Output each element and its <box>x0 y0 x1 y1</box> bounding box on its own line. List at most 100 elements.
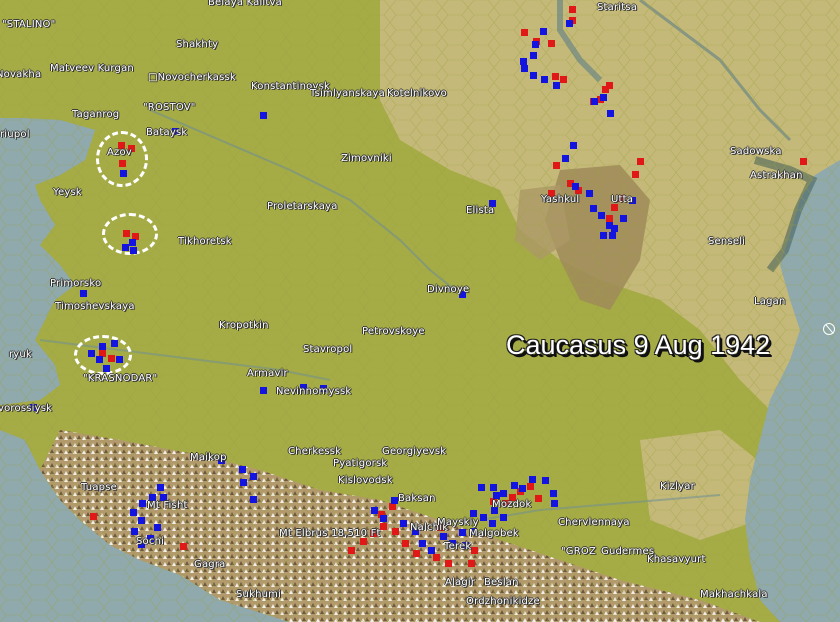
soviet-unit-marker[interactable] <box>122 244 129 251</box>
soviet-unit-marker[interactable] <box>489 520 496 527</box>
axis-unit-marker[interactable] <box>521 29 528 36</box>
soviet-unit-marker[interactable] <box>400 520 407 527</box>
soviet-unit-marker[interactable] <box>493 492 500 499</box>
soviet-unit-marker[interactable] <box>129 239 136 246</box>
soviet-unit-marker[interactable] <box>138 517 145 524</box>
axis-unit-marker[interactable] <box>606 215 613 222</box>
soviet-unit-marker[interactable] <box>490 484 497 491</box>
soviet-unit-marker[interactable] <box>562 155 569 162</box>
soviet-unit-marker[interactable] <box>553 82 560 89</box>
soviet-unit-marker[interactable] <box>130 247 137 254</box>
soviet-unit-marker[interactable] <box>530 72 537 79</box>
soviet-unit-marker[interactable] <box>88 350 95 357</box>
soviet-unit-marker[interactable] <box>103 365 110 372</box>
soviet-unit-marker[interactable] <box>440 533 447 540</box>
soviet-unit-marker[interactable] <box>550 490 557 497</box>
axis-unit-marker[interactable] <box>389 503 396 510</box>
soviet-unit-marker[interactable] <box>530 52 537 59</box>
axis-unit-marker[interactable] <box>402 540 409 547</box>
axis-unit-marker[interactable] <box>360 538 367 545</box>
soviet-unit-marker[interactable] <box>80 290 87 297</box>
soviet-unit-marker[interactable] <box>120 170 127 177</box>
soviet-unit-marker[interactable] <box>239 466 246 473</box>
axis-unit-marker[interactable] <box>552 73 559 80</box>
soviet-unit-marker[interactable] <box>511 482 518 489</box>
soviet-unit-marker[interactable] <box>591 98 598 105</box>
soviet-unit-marker[interactable] <box>480 514 487 521</box>
axis-unit-marker[interactable] <box>553 162 560 169</box>
soviet-unit-marker[interactable] <box>470 510 477 517</box>
axis-unit-marker[interactable] <box>119 160 126 167</box>
axis-unit-marker[interactable] <box>348 547 355 554</box>
soviet-unit-marker[interactable] <box>611 225 618 232</box>
soviet-unit-marker[interactable] <box>116 356 123 363</box>
soviet-unit-marker[interactable] <box>371 507 378 514</box>
soviet-unit-marker[interactable] <box>566 20 573 27</box>
axis-unit-marker[interactable] <box>560 76 567 83</box>
soviet-unit-marker[interactable] <box>609 232 616 239</box>
axis-unit-marker[interactable] <box>433 554 440 561</box>
soviet-unit-marker[interactable] <box>459 529 466 536</box>
axis-unit-marker[interactable] <box>569 6 576 13</box>
soviet-unit-marker[interactable] <box>130 509 137 516</box>
axis-unit-marker[interactable] <box>123 230 130 237</box>
soviet-unit-marker[interactable] <box>240 479 247 486</box>
soviet-unit-marker[interactable] <box>500 490 507 497</box>
axis-unit-marker[interactable] <box>632 171 639 178</box>
soviet-unit-marker[interactable] <box>500 514 507 521</box>
soviet-unit-marker[interactable] <box>542 477 549 484</box>
axis-unit-marker[interactable] <box>471 547 478 554</box>
soviet-unit-marker[interactable] <box>154 524 161 531</box>
axis-unit-marker[interactable] <box>180 543 187 550</box>
soviet-unit-marker[interactable] <box>572 183 579 190</box>
soviet-unit-marker[interactable] <box>478 484 485 491</box>
soviet-unit-marker[interactable] <box>96 356 103 363</box>
axis-unit-marker[interactable] <box>535 495 542 502</box>
soviet-unit-marker[interactable] <box>607 110 614 117</box>
axis-unit-marker[interactable] <box>548 40 555 47</box>
axis-unit-marker[interactable] <box>527 483 534 490</box>
soviet-unit-marker[interactable] <box>532 41 539 48</box>
soviet-unit-marker[interactable] <box>428 547 435 554</box>
axis-unit-marker[interactable] <box>90 513 97 520</box>
soviet-unit-marker[interactable] <box>529 476 536 483</box>
soviet-unit-marker[interactable] <box>620 215 627 222</box>
soviet-unit-marker[interactable] <box>131 528 138 535</box>
soviet-unit-marker[interactable] <box>157 484 164 491</box>
compass-icon[interactable] <box>823 323 835 335</box>
soviet-unit-marker[interactable] <box>391 497 398 504</box>
soviet-unit-marker[interactable] <box>250 496 257 503</box>
axis-unit-marker[interactable] <box>637 158 644 165</box>
map-viewport[interactable]: "STALINO" Belaya Kalitva Staritsa Shakhty Ma… <box>0 0 840 622</box>
axis-unit-marker[interactable] <box>800 158 807 165</box>
axis-unit-marker[interactable] <box>392 528 399 535</box>
axis-unit-marker[interactable] <box>445 560 452 567</box>
city-label: Senseli <box>708 236 746 247</box>
soviet-unit-marker[interactable] <box>540 28 547 35</box>
axis-unit-marker[interactable] <box>606 82 613 89</box>
soviet-unit-marker[interactable] <box>551 500 558 507</box>
soviet-unit-marker[interactable] <box>586 190 593 197</box>
soviet-unit-marker[interactable] <box>521 65 528 72</box>
soviet-unit-marker[interactable] <box>570 142 577 149</box>
soviet-unit-marker[interactable] <box>598 212 605 219</box>
axis-unit-marker[interactable] <box>611 204 618 211</box>
axis-unit-marker[interactable] <box>108 355 115 362</box>
soviet-unit-marker[interactable] <box>139 500 146 507</box>
axis-unit-marker[interactable] <box>380 523 387 530</box>
soviet-unit-marker[interactable] <box>519 485 526 492</box>
soviet-unit-marker[interactable] <box>260 387 267 394</box>
axis-unit-marker[interactable] <box>413 550 420 557</box>
soviet-unit-marker[interactable] <box>600 94 607 101</box>
soviet-unit-marker[interactable] <box>600 232 607 239</box>
soviet-unit-marker[interactable] <box>260 112 267 119</box>
soviet-unit-marker[interactable] <box>520 58 527 65</box>
soviet-unit-marker[interactable] <box>541 76 548 83</box>
soviet-unit-marker[interactable] <box>419 540 426 547</box>
soviet-unit-marker[interactable] <box>250 473 257 480</box>
soviet-unit-marker[interactable] <box>380 515 387 522</box>
axis-unit-marker[interactable] <box>468 560 475 567</box>
soviet-unit-marker[interactable] <box>590 205 597 212</box>
soviet-unit-marker[interactable] <box>99 343 106 350</box>
soviet-unit-marker[interactable] <box>111 340 118 347</box>
